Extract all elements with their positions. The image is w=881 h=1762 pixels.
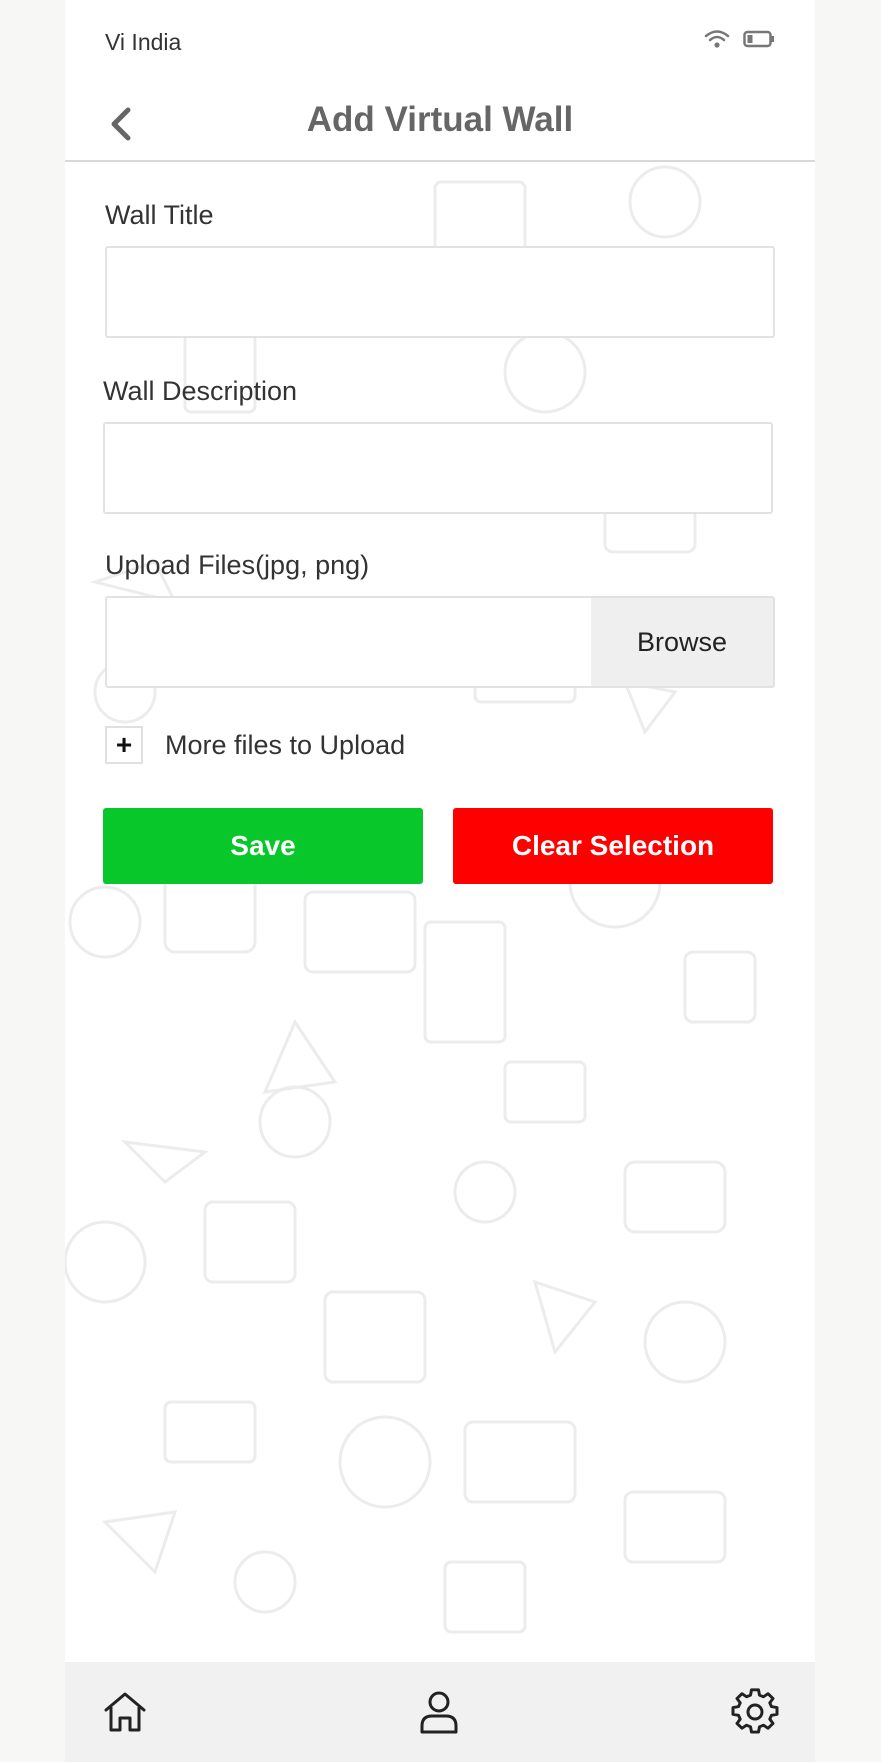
wall-title-input[interactable] [107,248,773,336]
more-files-to-upload[interactable]: + More files to Upload [105,726,405,764]
wall-title-label: Wall Title [105,200,214,230]
app-screen: Vi India Add Virtual Wall Wall Title Wal… [65,0,815,1762]
upload-file-input[interactable] [107,598,595,686]
browse-button[interactable]: Browse [591,598,773,686]
more-files-label: More files to Upload [165,729,406,760]
upload-files-field: Browse [105,596,775,688]
app-header: Add Virtual Wall [65,82,815,162]
battery-icon [743,30,774,48]
settings-icon[interactable] [731,1688,779,1736]
profile-icon[interactable] [415,1688,463,1736]
status-icons [703,28,775,50]
plus-icon[interactable]: + [105,726,143,764]
wall-description-input[interactable] [105,424,771,512]
save-button[interactable]: Save [103,808,423,884]
clear-selection-button[interactable]: Clear Selection [453,808,773,884]
status-bar: Vi India [65,0,815,82]
upload-files-label: Upload Files(jpg, png) [105,550,370,580]
bottom-navigation [65,1662,815,1762]
page-title: Add Virtual Wall [306,100,574,139]
carrier-name: Vi India [105,29,182,55]
wifi-icon [704,30,730,48]
wall-description-field [103,422,773,514]
wall-title-field [105,246,775,338]
wall-description-label: Wall Description [103,376,298,406]
home-icon[interactable] [101,1688,149,1736]
